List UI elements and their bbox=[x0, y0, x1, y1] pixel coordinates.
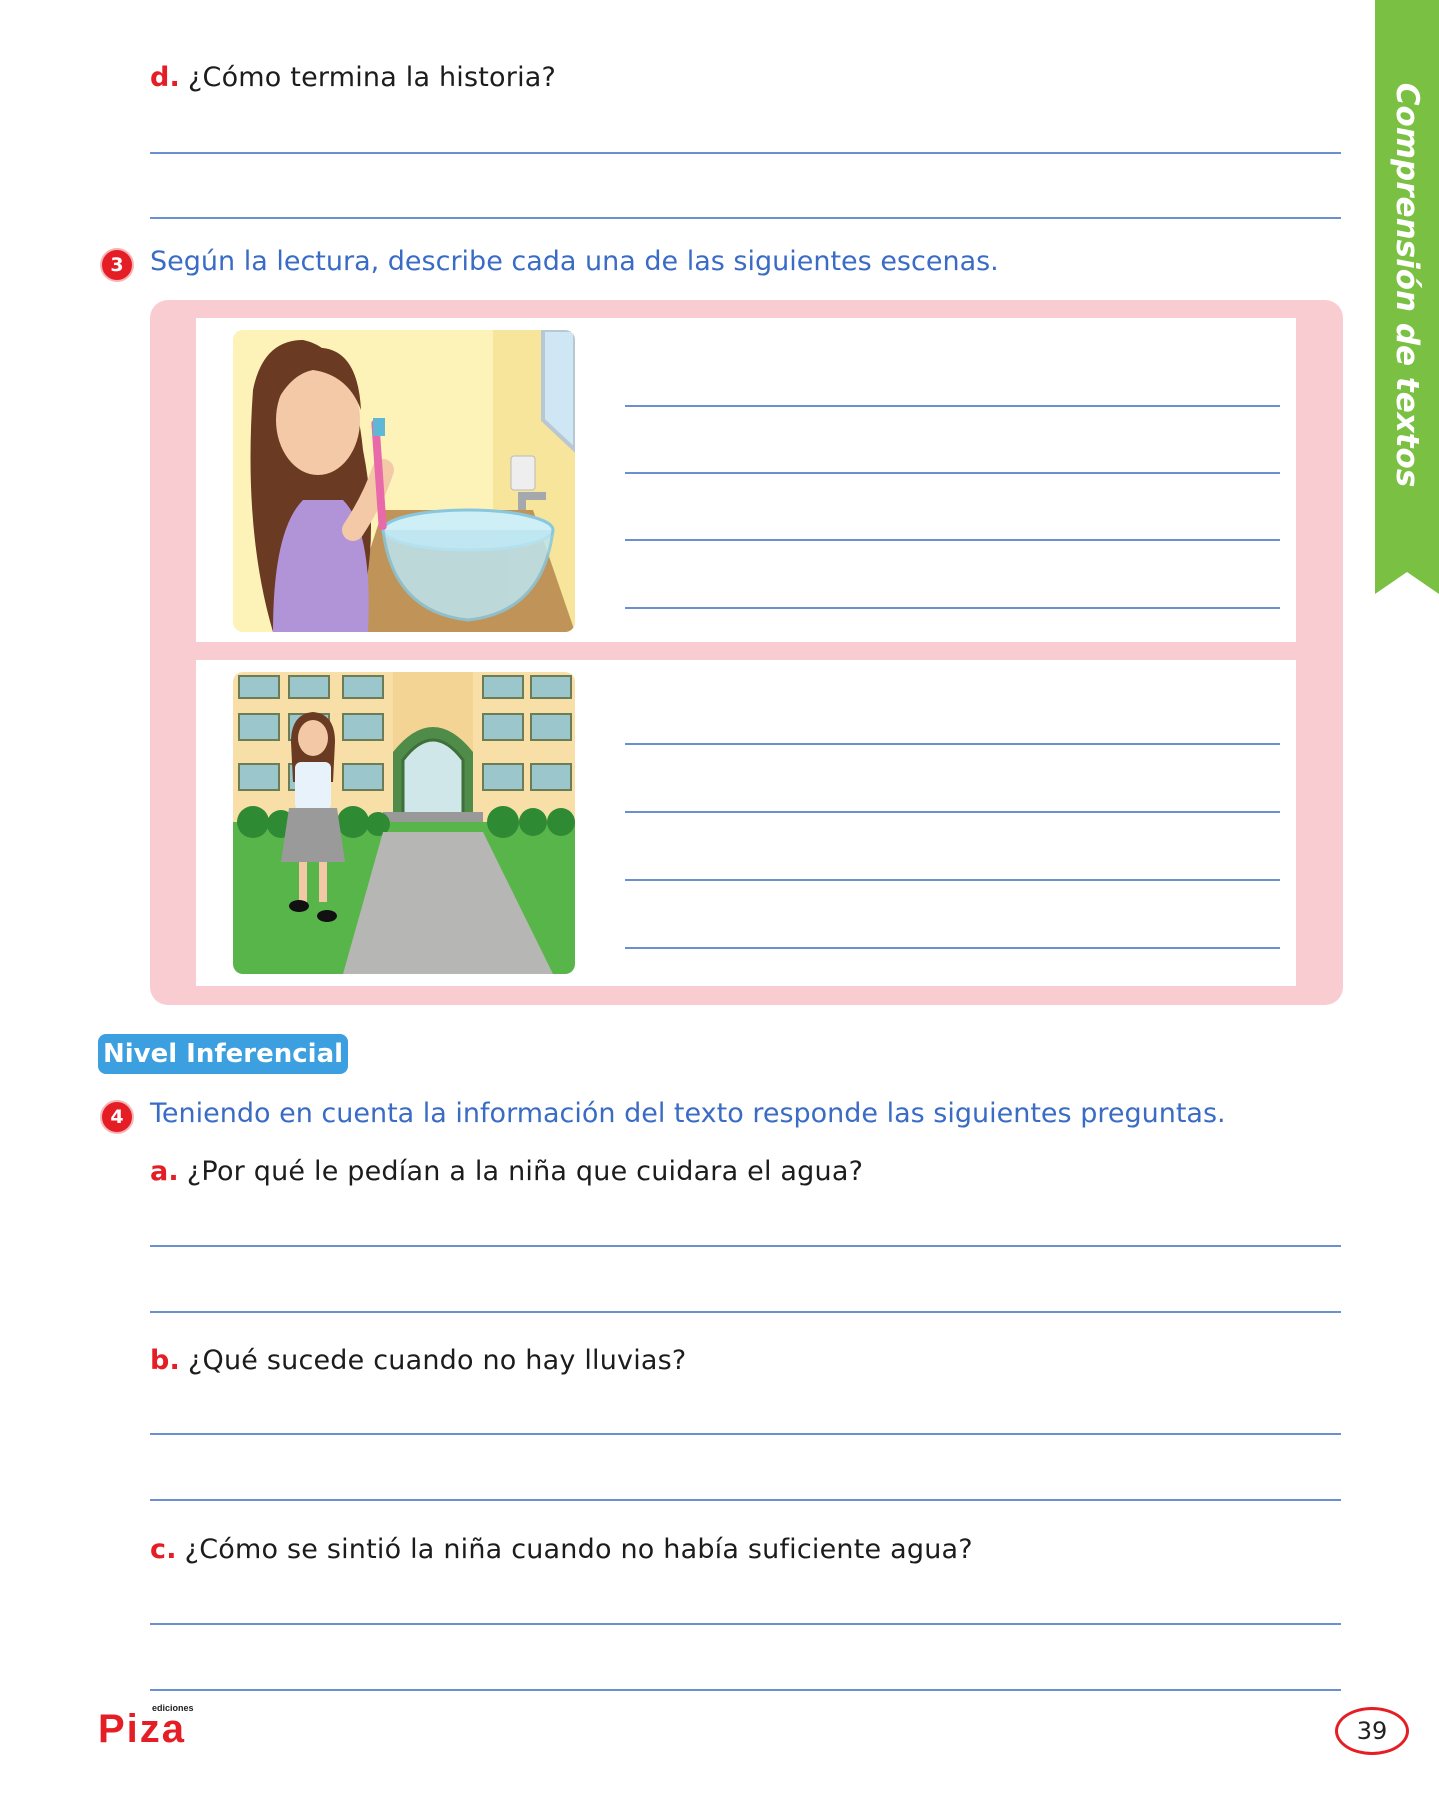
section-3-instruction: Según la lectura, describe cada una de l… bbox=[150, 246, 999, 277]
answer-line[interactable] bbox=[625, 743, 1280, 745]
answer-line[interactable] bbox=[150, 1499, 1341, 1501]
question-b-text: ¿Qué sucede cuando no hay lluvias? bbox=[187, 1345, 687, 1376]
question-d-letter: d. bbox=[150, 62, 180, 93]
answer-line[interactable] bbox=[625, 472, 1280, 474]
answer-line[interactable] bbox=[150, 1433, 1341, 1435]
answer-line[interactable] bbox=[625, 947, 1280, 949]
section-4-instruction: Teniendo en cuenta la información del te… bbox=[150, 1098, 1226, 1129]
answer-line[interactable] bbox=[625, 539, 1280, 541]
girl-brushing-teeth-illustration bbox=[233, 330, 575, 632]
answer-line[interactable] bbox=[150, 1689, 1341, 1691]
question-c-letter: c. bbox=[150, 1534, 177, 1565]
publisher-logo-main: Piza bbox=[98, 1707, 187, 1751]
answer-line[interactable] bbox=[150, 1623, 1341, 1625]
answer-line[interactable] bbox=[625, 607, 1280, 609]
question-b-letter: b. bbox=[150, 1345, 180, 1376]
question-c: c. ¿Cómo se sintió la niña cuando no habí… bbox=[150, 1534, 973, 1565]
page-number: 39 bbox=[1335, 1707, 1409, 1755]
section-3-number: 3 bbox=[100, 248, 134, 282]
answer-line[interactable] bbox=[150, 217, 1341, 219]
answer-line[interactable] bbox=[625, 811, 1280, 813]
level-badge: Nivel Inferencial bbox=[98, 1034, 348, 1074]
question-d: d. ¿Cómo termina la historia? bbox=[150, 62, 556, 93]
answer-line[interactable] bbox=[625, 879, 1280, 881]
question-a-text: ¿Por qué le pedían a la niña que cuidara… bbox=[186, 1156, 864, 1187]
answer-line[interactable] bbox=[150, 1245, 1341, 1247]
question-b: b. ¿Qué sucede cuando no hay lluvias? bbox=[150, 1345, 686, 1376]
answer-line[interactable] bbox=[625, 405, 1280, 407]
section-4-number: 4 bbox=[100, 1100, 134, 1134]
side-tab-label: Comprensión de textos bbox=[1389, 82, 1425, 488]
question-a-letter: a. bbox=[150, 1156, 179, 1187]
question-c-text: ¿Cómo se sintió la niña cuando no había … bbox=[184, 1534, 973, 1565]
answer-line[interactable] bbox=[150, 1311, 1341, 1313]
question-d-text: ¿Cómo termina la historia? bbox=[187, 62, 557, 93]
question-a: a. ¿Por qué le pedían a la niña que cuida… bbox=[150, 1156, 863, 1187]
girl-walking-to-school-illustration bbox=[233, 672, 575, 974]
answer-line[interactable] bbox=[150, 152, 1341, 154]
